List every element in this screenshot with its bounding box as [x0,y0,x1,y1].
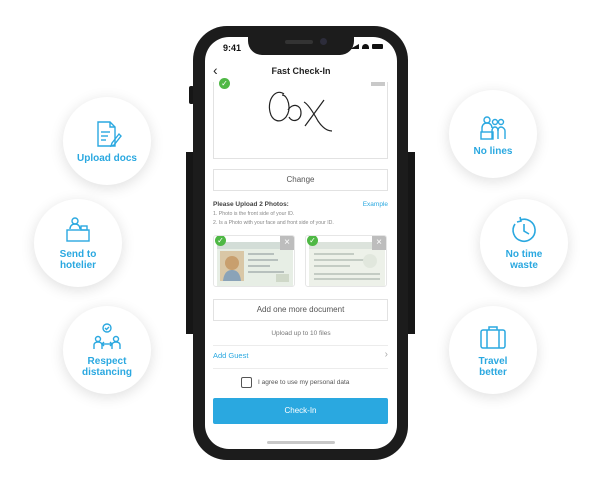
feature-no-time-waste: No time waste [480,199,568,287]
id-photo-thumbnail[interactable]: ✓ × [305,235,387,287]
hotel-reception-icon [66,217,90,242]
upload-docs-icon [97,120,122,147]
chevron-right-icon: › [384,349,388,360]
add-guest-label: Add Guest [213,351,249,360]
page-title: Fast Check-In [271,66,331,76]
feature-label: Upload docs [76,152,137,164]
check-icon: ✓ [219,78,230,89]
phone-power-button [407,152,415,334]
consent-label: I agree to use my personal data [258,379,350,386]
upload-hint-1: 1. Photo is the front side of your ID. [213,211,295,217]
feature-label: hotelier [59,260,97,271]
check-icon: ✓ [215,236,226,246]
feature-label: No lines [473,145,513,157]
timer-icon [512,216,536,242]
status-icons [350,44,383,49]
feature-no-lines: No lines [449,90,537,178]
distancing-icon [93,323,121,349]
status-time: 9:41 [223,43,242,53]
wifi-icon [362,44,369,49]
suitcase-icon [480,326,506,349]
change-button[interactable]: Change [213,169,388,191]
feature-respect-distancing: Respect distancing [63,306,151,394]
check-icon: ✓ [307,236,318,246]
home-indicator [267,441,335,444]
upload-heading-text: Please Upload 2 Photos: [213,201,289,208]
feature-label: Respect [87,356,127,367]
feature-label: better [479,367,507,378]
feature-label: waste [510,260,538,271]
feature-label: distancing [81,367,132,378]
group-queue-icon [480,115,506,140]
signature-drawing [268,91,333,132]
remove-photo-button[interactable]: × [280,236,294,250]
phone-speaker [285,40,313,44]
id-photo-thumbnail[interactable]: ✓ × [213,235,295,287]
consent-row[interactable]: I agree to use my personal data [241,377,349,388]
remove-photo-button[interactable]: × [372,236,386,250]
phone-camera [320,38,327,45]
upload-hint-2: 2. Is a Photo with your face and front s… [213,220,334,226]
upload-limit-text: Upload up to 10 files [271,330,331,337]
example-link[interactable]: Example [363,201,388,208]
signature-box[interactable]: ✓ [213,78,388,159]
battery-icon [372,44,383,49]
feature-send-to-hotelier: Send to hotelier [34,199,122,287]
feature-label: Send to [59,249,97,260]
add-document-button[interactable]: Add one more document [213,299,388,321]
clear-tab [371,82,385,86]
upload-heading: Please Upload 2 Photos: Example [213,201,388,208]
divider [213,368,388,369]
feature-label: Travel [478,356,508,367]
consent-checkbox[interactable] [241,377,252,388]
feature-label: No time [505,249,543,260]
add-guest-row[interactable]: Add Guest › [213,349,388,360]
phone-screen: 9:41 ‹ Fast Check-In ✓ Change Please Upl… [205,37,397,449]
check-in-button[interactable]: Check-In [213,398,388,424]
feature-upload-docs: Upload docs [63,97,151,185]
divider [213,345,388,346]
feature-travel-better: Travel better [449,306,537,394]
